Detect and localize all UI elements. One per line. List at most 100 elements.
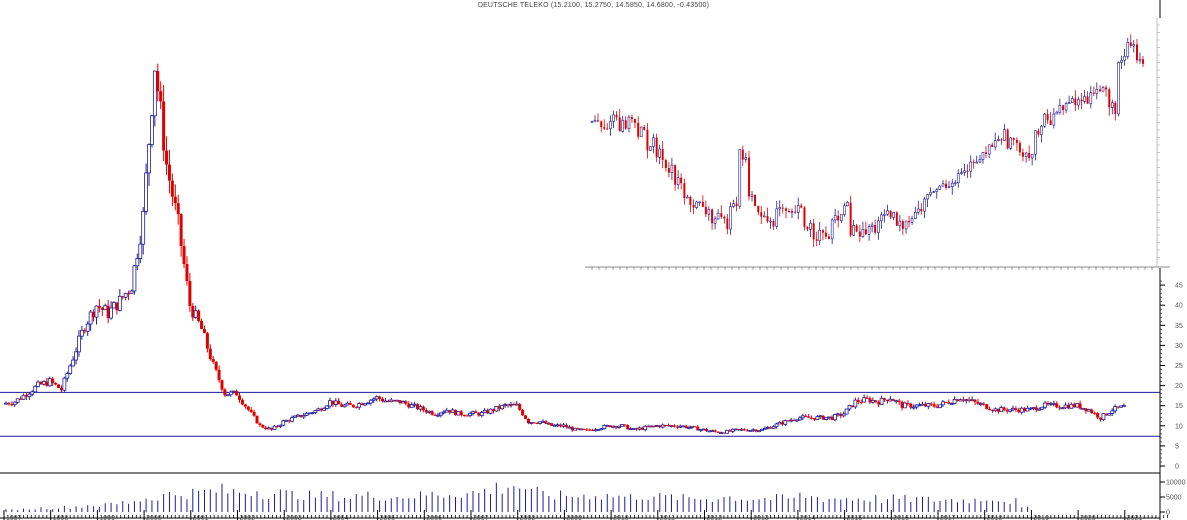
candle-up — [800, 415, 805, 419]
inset-candle-up — [612, 114, 615, 122]
candle-up — [619, 424, 624, 427]
candle-down — [588, 429, 592, 431]
candle-down — [672, 425, 676, 427]
candle-down — [807, 416, 811, 418]
inset-candle-up — [950, 182, 954, 188]
candle-down — [200, 321, 204, 329]
inset-candle-up — [914, 212, 917, 219]
inset-candle-down — [726, 218, 729, 230]
candle-up — [920, 403, 925, 406]
candle-up — [135, 258, 140, 267]
candle-up — [926, 403, 931, 407]
candle-up — [952, 399, 957, 404]
inset-candle-up — [987, 144, 991, 155]
candle-down — [57, 384, 61, 388]
candle-up — [903, 402, 907, 409]
candle-down — [462, 415, 466, 417]
candle-up — [418, 406, 423, 410]
x-tick-label: 2014 — [800, 515, 816, 520]
inset-candle-down — [661, 148, 664, 161]
candle-down — [623, 424, 627, 426]
candle-up — [1069, 403, 1074, 409]
candle-up — [316, 408, 321, 411]
inset-candle-down — [597, 120, 599, 122]
candle-down — [249, 409, 253, 412]
candle-up — [888, 398, 893, 402]
x-tick-label: 1999 — [99, 515, 115, 520]
candle-up — [710, 430, 715, 432]
inset-candle-down — [1000, 139, 1003, 141]
inset-candle-up — [1101, 87, 1105, 92]
candle-up — [1086, 409, 1091, 412]
candle-up — [999, 407, 1004, 412]
candle-down — [985, 404, 989, 409]
candle-up — [482, 410, 487, 413]
inset-candle-down — [704, 206, 707, 215]
inset-candle-up — [975, 161, 979, 164]
candle-up — [368, 399, 373, 404]
candle-up — [1043, 402, 1047, 408]
candle-up — [774, 423, 779, 428]
inset-candle-down — [787, 210, 790, 213]
inset-candle-down — [772, 221, 775, 227]
candle-up — [733, 428, 738, 431]
candle-down — [883, 398, 887, 400]
inset-candle-up — [917, 208, 920, 213]
inset-candle-up — [686, 196, 689, 199]
inset-candle-down — [1028, 153, 1031, 158]
candle-up — [444, 409, 449, 413]
candle-up — [290, 417, 294, 422]
inset-candle-down — [794, 211, 797, 213]
candle-up — [471, 411, 475, 414]
inset-candle-up — [1043, 113, 1046, 127]
inset-candle-up — [809, 222, 812, 230]
inset-candle-down — [618, 117, 621, 132]
candle-up — [844, 408, 849, 415]
inset-candle-up — [978, 159, 982, 163]
candle-down — [185, 264, 189, 282]
candle-up — [138, 243, 143, 259]
candle-down — [214, 361, 218, 370]
volume-tick-label: 10000 — [1166, 480, 1186, 487]
candle-down — [518, 404, 522, 410]
candle-up — [879, 397, 884, 405]
candle-up — [719, 432, 723, 434]
candle-down — [521, 409, 525, 416]
inset-candle-up — [840, 214, 843, 221]
inset-candle-up — [935, 189, 939, 192]
inset-candle-down — [821, 230, 824, 233]
inset-candle-up — [1138, 58, 1142, 61]
inset-candle-down — [643, 127, 646, 130]
inset-candle-up — [886, 210, 889, 215]
candle-down — [188, 281, 192, 307]
candle-up — [152, 70, 157, 117]
candle-up — [701, 428, 706, 431]
y-tick-label: 10 — [1175, 423, 1183, 430]
y-tick-label: 5 — [1175, 443, 1179, 450]
x-tick-label: 2020 — [1080, 515, 1096, 520]
candle-down — [865, 397, 869, 399]
candle-down — [240, 399, 244, 405]
candle-up — [789, 419, 794, 422]
inset-candle-down — [901, 221, 904, 229]
candle-up — [4, 402, 8, 405]
inset-candle-down — [723, 216, 726, 219]
candle-up — [123, 292, 128, 298]
candle-up — [33, 385, 38, 393]
x-tick-label: 2012 — [707, 515, 723, 520]
candle-up — [333, 400, 338, 405]
candle-down — [255, 415, 259, 424]
candle-down — [337, 400, 341, 405]
candle-down — [208, 348, 212, 360]
inset-candle-up — [1126, 42, 1130, 57]
inset-candle-down — [1074, 98, 1077, 106]
inset-candle-down — [874, 225, 877, 233]
candle-up — [150, 115, 154, 145]
candle-up — [79, 329, 84, 337]
inset-candle-down — [674, 165, 677, 185]
candle-down — [246, 406, 250, 410]
inset-candle-up — [670, 164, 674, 173]
inset-candle-up — [1030, 153, 1034, 159]
volume-tick-label: 5000 — [1166, 495, 1182, 502]
candle-up — [266, 427, 271, 430]
